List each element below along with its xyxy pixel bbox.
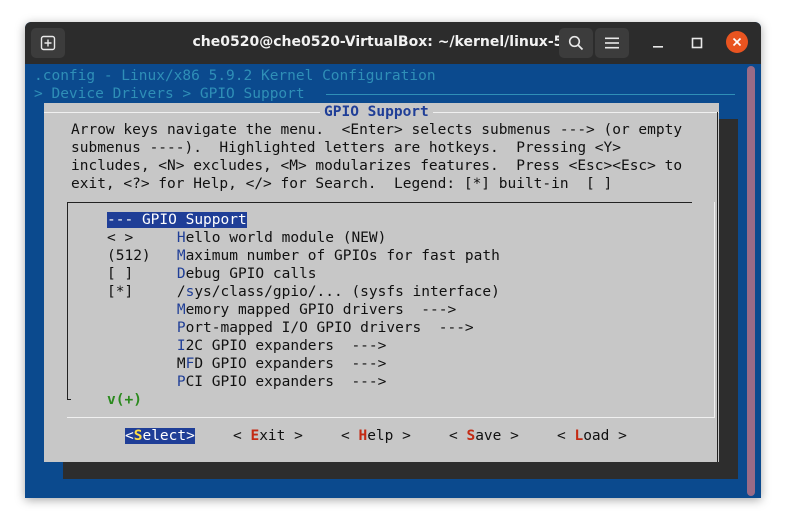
new-tab-icon	[40, 35, 56, 51]
menu-item-hello-world-module[interactable]: < > Hello world module (NEW)	[107, 229, 386, 247]
help-text-line: submenus ----). Highlighted letters are …	[71, 140, 621, 156]
more-items-indicator: v(+)	[107, 392, 142, 408]
menu-item-sysfs-interface[interactable]: [*] /sys/class/gpio/... (sysfs interface…	[107, 283, 500, 301]
hamburger-menu-icon	[605, 37, 619, 49]
menu-item-port-mapped-io-gpio-drivers[interactable]: Port-mapped I/O GPIO drivers --->	[107, 319, 474, 337]
menu-item-i2c-gpio-expanders[interactable]: I2C GPIO expanders --->	[107, 337, 387, 355]
close-button[interactable]	[726, 31, 748, 53]
menu-item-pci-gpio-expanders[interactable]: PCI GPIO expanders --->	[107, 373, 387, 391]
search-icon	[568, 35, 584, 51]
minimize-button[interactable]	[641, 28, 675, 58]
terminal-scrollbar[interactable]	[747, 66, 755, 496]
search-button[interactable]	[559, 28, 593, 58]
maximize-icon	[691, 37, 703, 49]
terminal-area[interactable]: .config - Linux/x86 5.9.2 Kernel Configu…	[25, 64, 745, 498]
menu-item-mfd-gpio-expanders[interactable]: MFD GPIO expanders --->	[107, 355, 387, 373]
maximize-button[interactable]	[680, 28, 714, 58]
save-button[interactable]: < Save >	[449, 427, 519, 445]
new-tab-button[interactable]	[31, 28, 65, 58]
dialog-title: GPIO Support	[320, 103, 433, 121]
help-button[interactable]: < Help >	[341, 427, 411, 445]
menu-item-gpio-support[interactable]: --- GPIO Support	[107, 211, 247, 229]
menu-button[interactable]	[595, 28, 629, 58]
menu-item-memory-mapped-gpio-drivers[interactable]: Memory mapped GPIO drivers --->	[107, 301, 456, 319]
menu-item-max-gpios-fast-path[interactable]: (512) Maximum number of GPIOs for fast p…	[107, 247, 500, 265]
config-title: .config - Linux/x86 5.9.2 Kernel Configu…	[34, 68, 436, 84]
terminal-window: che0520@che0520-VirtualBox: ~/kernel/lin…	[25, 22, 761, 498]
help-text-line: Arrow keys navigate the menu. <Enter> se…	[71, 122, 683, 138]
help-text-line: includes, <N> excludes, <M> modularizes …	[71, 158, 683, 174]
gpio-support-dialog: GPIO Support Arrow keys navigate the men…	[44, 103, 719, 462]
load-button[interactable]: < Load >	[557, 427, 627, 445]
help-text-line: exit, <?> for Help, </> for Search. Lege…	[71, 176, 613, 192]
select-button[interactable]: <Select>	[125, 427, 195, 445]
close-icon	[732, 37, 742, 47]
exit-button[interactable]: < Exit >	[233, 427, 303, 445]
title-bar: che0520@che0520-VirtualBox: ~/kernel/lin…	[25, 22, 761, 64]
menu-item-debug-gpio-calls[interactable]: [ ] Debug GPIO calls	[107, 265, 317, 283]
breadcrumb: > Device Drivers > GPIO Support	[34, 86, 305, 102]
minimize-icon	[653, 46, 663, 48]
